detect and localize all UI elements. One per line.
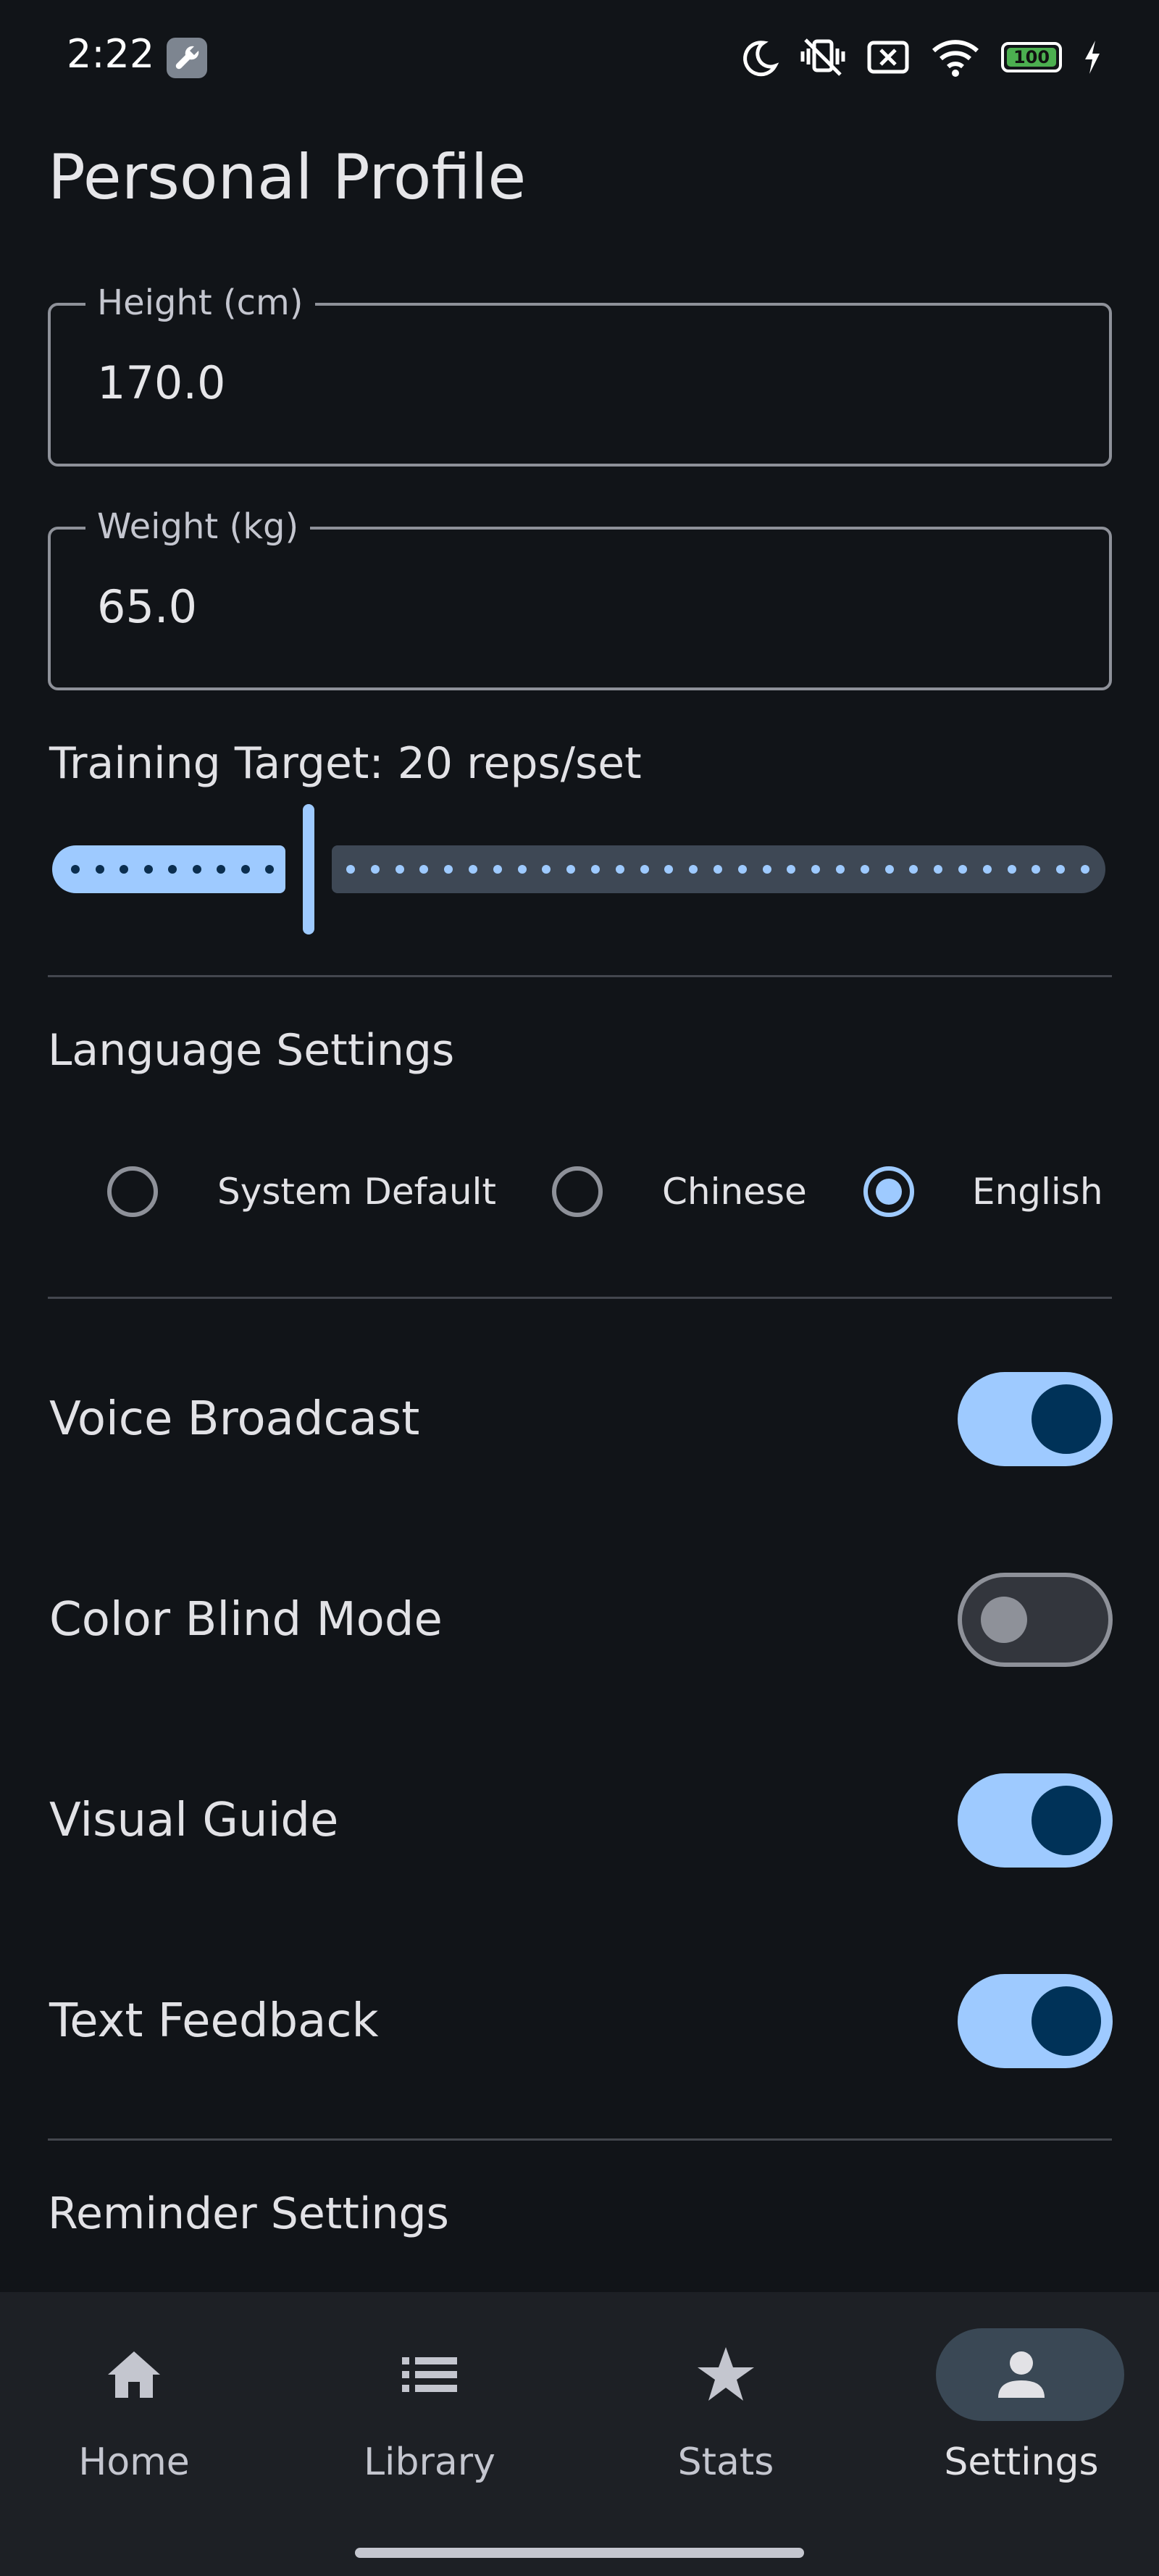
- slider-tick: [982, 865, 992, 874]
- wrench-icon: [167, 38, 207, 78]
- slider-tick: [192, 865, 201, 874]
- status-icons: 100: [739, 32, 1102, 83]
- voice-broadcast-label: Voice Broadcast: [49, 1392, 420, 1446]
- slider-tick: [542, 865, 551, 874]
- radio-system-default[interactable]: [107, 1166, 158, 1217]
- text-feedback-label: Text Feedback: [49, 1994, 379, 2048]
- radio-label-system-default[interactable]: System Default: [217, 1166, 496, 1217]
- status-time: 2:22: [67, 31, 155, 77]
- slider-tick: [958, 865, 967, 874]
- slider-tick: [762, 865, 771, 874]
- slider-tick: [1056, 865, 1066, 874]
- slider-tick: [1032, 865, 1041, 874]
- radio-label-chinese[interactable]: Chinese: [662, 1166, 807, 1217]
- nav-library[interactable]: Library: [285, 2292, 574, 2509]
- slider-tick: [615, 865, 624, 874]
- list-icon: [285, 2344, 574, 2405]
- slider-tick: [168, 865, 177, 874]
- height-field-value[interactable]: 170.0: [97, 351, 226, 416]
- divider: [48, 2138, 1112, 2141]
- slider-tick: [71, 865, 80, 874]
- slider-tick: [265, 865, 274, 874]
- slider-tick: [143, 865, 153, 874]
- slider-inactive-track[interactable]: [332, 845, 1105, 893]
- text-feedback-switch[interactable]: [958, 1974, 1113, 2068]
- nav-stats[interactable]: Stats: [581, 2292, 871, 2509]
- divider: [48, 1297, 1112, 1299]
- slider-thumb[interactable]: [303, 804, 314, 934]
- nav-label-stats: Stats: [677, 2441, 774, 2484]
- nav-label-home: Home: [78, 2441, 190, 2484]
- slider-active-track[interactable]: [52, 845, 285, 893]
- training-target-label: Training Target: 20 reps/set: [49, 738, 642, 789]
- reminder-settings-title[interactable]: Reminder Settings: [48, 2185, 449, 2243]
- language-settings-title: Language Settings: [48, 1025, 455, 1076]
- radio-english[interactable]: [863, 1166, 914, 1217]
- nav-label-library: Library: [364, 2441, 495, 2484]
- weight-field-value[interactable]: 65.0: [97, 574, 197, 640]
- slider-tick: [120, 865, 128, 874]
- moon-icon: [743, 41, 779, 77]
- vibrate-icon: [800, 38, 845, 76]
- slider-tick: [419, 865, 429, 874]
- slider-tick: [1081, 865, 1089, 874]
- battery-level: 100: [1013, 47, 1050, 67]
- radio-label-english[interactable]: English: [972, 1166, 1103, 1217]
- wifi-icon: [932, 40, 979, 77]
- battery-icon: 100: [1001, 42, 1062, 72]
- nav-settings[interactable]: Settings: [876, 2292, 1159, 2509]
- slider-tick: [836, 865, 845, 874]
- nav-home[interactable]: Home: [0, 2292, 279, 2509]
- radio-chinese[interactable]: [552, 1166, 603, 1217]
- nav-label-settings: Settings: [944, 2441, 1099, 2484]
- sim-off-icon: [867, 41, 909, 74]
- slider-tick: [95, 865, 104, 874]
- height-field-label: Height (cm): [85, 280, 315, 326]
- slider-tick: [591, 865, 600, 874]
- slider-tick: [640, 865, 649, 874]
- slider-tick: [860, 865, 869, 874]
- person-icon: [876, 2344, 1159, 2405]
- charging-icon: [1085, 41, 1100, 74]
- height-field[interactable]: Height (cm) 170.0: [48, 280, 1112, 467]
- star-icon: [581, 2344, 871, 2405]
- slider-tick: [909, 865, 919, 874]
- home-icon: [0, 2344, 279, 2405]
- slider-tick: [884, 865, 894, 874]
- bottom-navigation: Home Library Stats Settings: [0, 2292, 1159, 2576]
- slider-tick: [346, 865, 355, 874]
- page-title: Personal Profile: [48, 141, 527, 214]
- slider-tick: [787, 865, 796, 874]
- visual-guide-label: Visual Guide: [49, 1794, 339, 1847]
- slider-tick: [566, 865, 576, 874]
- slider-tick: [444, 865, 453, 874]
- slider-tick: [469, 865, 477, 874]
- slider-tick: [217, 865, 225, 874]
- slider-tick: [395, 865, 404, 874]
- divider: [48, 975, 1112, 977]
- slider-tick: [493, 865, 502, 874]
- slider-tick: [689, 865, 698, 874]
- home-indicator: [355, 2548, 804, 2558]
- weight-field[interactable]: Weight (kg) 65.0: [48, 503, 1112, 690]
- slider-tick: [934, 865, 943, 874]
- slider-tick: [517, 865, 527, 874]
- slider-tick: [1007, 865, 1016, 874]
- slider-tick: [370, 865, 380, 874]
- slider-tick: [664, 865, 674, 874]
- voice-broadcast-switch[interactable]: [958, 1372, 1113, 1466]
- color-blind-mode-switch[interactable]: [958, 1573, 1113, 1667]
- color-blind-mode-label: Color Blind Mode: [49, 1593, 443, 1647]
- slider-tick: [811, 865, 821, 874]
- slider-tick: [714, 865, 722, 874]
- visual-guide-switch[interactable]: [958, 1773, 1113, 1868]
- slider-tick: [737, 865, 747, 874]
- weight-field-label: Weight (kg): [85, 503, 311, 550]
- slider-tick: [240, 865, 250, 874]
